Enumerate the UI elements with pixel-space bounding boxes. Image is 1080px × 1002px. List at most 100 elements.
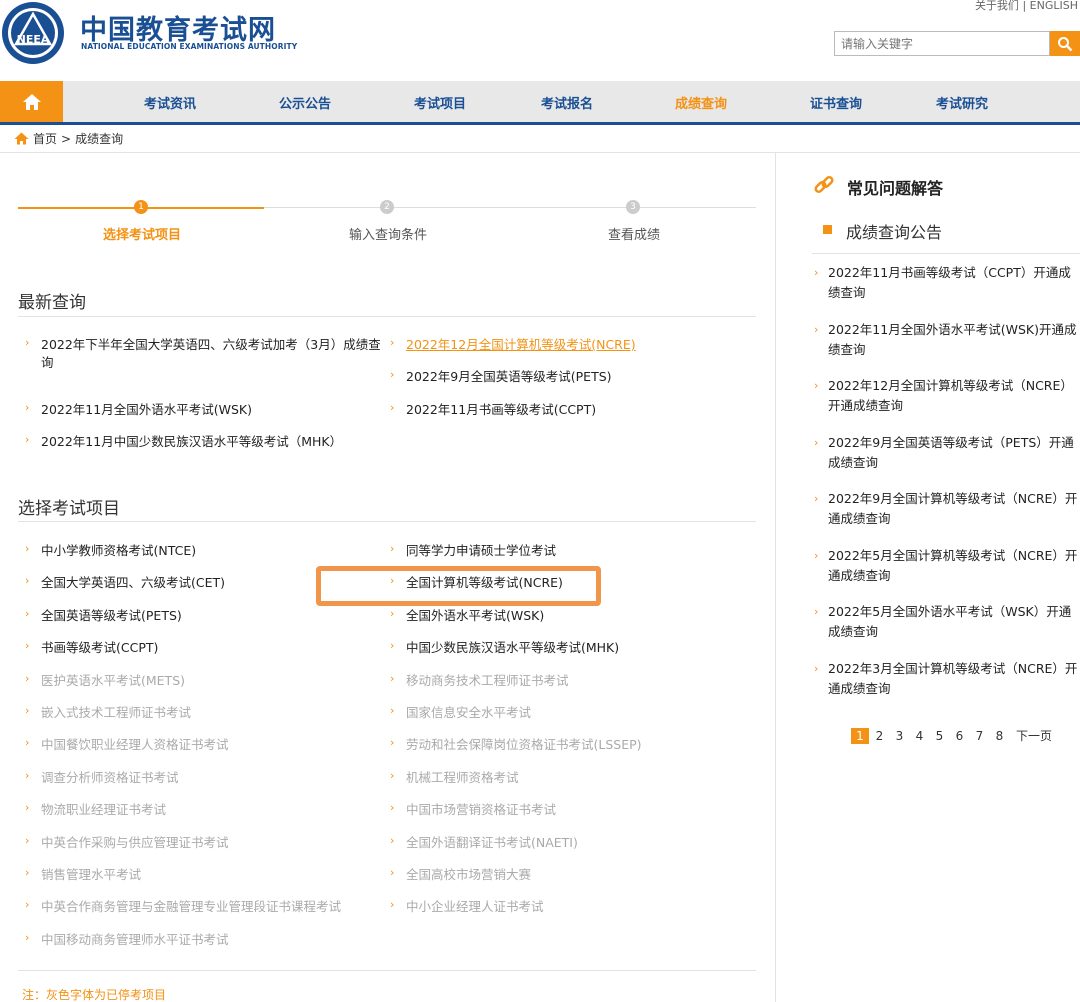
exam-project-item[interactable]: › 劳动和社会保障岗位资格证书考试(LSSEP) xyxy=(390,736,642,754)
nav-item-exam-news[interactable]: 考试资讯 xyxy=(144,93,196,112)
chevron-right-icon: › xyxy=(25,574,30,588)
breadcrumb-divider xyxy=(0,152,1080,153)
search-input[interactable] xyxy=(834,31,1050,56)
announcement-item[interactable]: › 2022年5月全国外语水平考试（WSK）开通成绩查询 xyxy=(814,602,1078,642)
chevron-right-icon: › xyxy=(25,639,30,653)
exam-project-item[interactable]: › 机械工程师资格考试 xyxy=(390,769,519,787)
latest-item[interactable]: › 2022年11月中国少数民族汉语水平等级考试（MHK） xyxy=(25,433,342,451)
latest-section-title: 最新查询 xyxy=(18,293,86,313)
announcement-item[interactable]: › 2022年9月全国英语等级考试（PETS）开通成绩查询 xyxy=(814,433,1078,473)
announcement-item[interactable]: › 2022年9月全国计算机等级考试（NCRE）开通成绩查询 xyxy=(814,489,1078,529)
exam-project-item[interactable]: › 医护英语水平考试(METS) xyxy=(25,672,185,690)
search-button[interactable] xyxy=(1050,31,1080,56)
breadcrumb-home[interactable]: 首页 xyxy=(33,130,57,147)
nav-item-announcements[interactable]: 公示公告 xyxy=(279,93,331,112)
chevron-right-icon: › xyxy=(390,574,395,588)
exam-project-item[interactable]: › 中英合作采购与供应管理证书考试 xyxy=(25,834,229,852)
announcement-item[interactable]: › 2022年11月书画等级考试（CCPT）开通成绩查询 xyxy=(814,263,1078,303)
chevron-right-icon: › xyxy=(390,768,395,782)
page-link[interactable]: 6 xyxy=(950,728,969,744)
breadcrumb-current: 成绩查询 xyxy=(75,132,124,146)
exam-project-item[interactable]: › 中国餐饮职业经理人资格证书考试 xyxy=(25,736,229,754)
exam-project-item[interactable]: › 中国市场营销资格证书考试 xyxy=(390,801,556,819)
exam-project-item[interactable]: › 全国外语翻译证书考试(NAETI) xyxy=(390,834,578,852)
announcements-title: 成绩查询公告 xyxy=(846,223,943,242)
page-link[interactable]: 1 xyxy=(851,728,869,744)
page-link[interactable]: 7 xyxy=(970,728,989,744)
faq-title[interactable]: 常见问题解答 xyxy=(847,175,943,199)
logo-text: NEEA xyxy=(17,33,50,46)
chevron-right-icon: › xyxy=(390,704,395,717)
exam-project-item[interactable]: › 物流职业经理证书考试 xyxy=(25,801,166,819)
nav-item-certificate-query[interactable]: 证书查询 xyxy=(810,93,862,112)
main-nav: 考试资讯 公示公告 考试项目 考试报名 成绩查询 证书查询 考试研究 xyxy=(0,81,1080,125)
chevron-right-icon: › xyxy=(814,435,819,449)
exam-project-item[interactable]: › 书画等级考试(CCPT) xyxy=(25,639,158,657)
page-link[interactable]: 8 xyxy=(990,728,1009,744)
exam-project-item[interactable]: › 国家信息安全水平考试 xyxy=(390,704,531,722)
exam-project-item[interactable]: › 全国外语水平考试(WSK) xyxy=(390,607,544,625)
chevron-right-icon: › xyxy=(25,930,30,944)
exam-project-item[interactable]: › 销售管理水平考试 xyxy=(25,866,141,884)
latest-item[interactable]: › 2022年11月全国外语水平考试(WSK) xyxy=(25,401,252,419)
latest-item[interactable]: › 2022年11月书画等级考试(CCPT) xyxy=(390,401,596,419)
exam-project-item[interactable]: › 全国大学英语四、六级考试(CET) xyxy=(25,574,225,592)
square-bullet-icon xyxy=(823,225,832,234)
neea-logo-icon[interactable]: NEEA xyxy=(0,0,66,66)
announcement-item[interactable]: › 2022年5月全国计算机等级考试（NCRE）开通成绩查询 xyxy=(814,546,1078,586)
chevron-right-icon: › xyxy=(25,671,30,685)
chevron-right-icon: › xyxy=(390,401,395,414)
exam-project-item[interactable]: › 调查分析师资格证书考试 xyxy=(25,769,179,787)
chevron-right-icon: › xyxy=(25,866,30,879)
chevron-right-icon: › xyxy=(814,379,819,392)
page-link[interactable]: 4 xyxy=(910,728,929,744)
chevron-right-icon: › xyxy=(814,661,819,675)
link-icon xyxy=(814,175,834,194)
chevron-right-icon: › xyxy=(814,322,819,336)
nav-home-button[interactable] xyxy=(0,81,63,122)
chevron-right-icon: › xyxy=(814,492,819,505)
nav-item-exam-registration[interactable]: 考试报名 xyxy=(541,93,593,112)
exam-project-item[interactable]: › 同等学力申请硕士学位考试 xyxy=(390,542,556,560)
next-page-link[interactable]: 下一页 xyxy=(1016,728,1052,744)
chevron-right-icon: › xyxy=(390,542,395,555)
exam-project-item[interactable]: › 移动商务技术工程师证书考试 xyxy=(390,672,569,690)
step-2-dot: 2 xyxy=(380,200,394,214)
exam-project-item[interactable]: › 全国英语等级考试(PETS) xyxy=(25,607,182,625)
page-link[interactable]: 5 xyxy=(930,728,949,744)
chevron-right-icon: › xyxy=(390,368,395,381)
step-3-dot: 3 xyxy=(626,200,640,214)
latest-item[interactable]: › 2022年9月全国英语等级考试(PETS) xyxy=(390,368,612,386)
page-link[interactable]: 2 xyxy=(870,728,889,744)
step-1-dot: 1 xyxy=(134,200,148,214)
chevron-right-icon: › xyxy=(814,266,819,279)
nav-item-score-query[interactable]: 成绩查询 xyxy=(675,93,727,112)
announcement-item[interactable]: › 2022年12月全国计算机等级考试（NCRE）开通成绩查询 xyxy=(814,376,1078,416)
exam-project-item[interactable]: › 中国少数民族汉语水平等级考试(MHK) xyxy=(390,639,619,657)
discontinued-note: 注：灰色字体为已停考项目 xyxy=(22,988,167,1002)
chevron-right-icon: › xyxy=(25,833,30,847)
breadcrumb-separator: > xyxy=(61,131,72,146)
chevron-right-icon: › xyxy=(390,898,395,912)
projects-section-divider xyxy=(18,521,756,522)
announcement-item[interactable]: › 2022年3月全国计算机等级考试（NCRE）开通成绩查询 xyxy=(814,659,1078,699)
english-link[interactable]: ENGLISH xyxy=(1030,0,1078,12)
exam-project-item[interactable]: › 中小学教师资格考试(NTCE) xyxy=(25,542,196,560)
chevron-right-icon: › xyxy=(25,606,30,620)
note-divider xyxy=(18,970,756,971)
exam-project-item[interactable]: › 嵌入式技术工程师证书考试 xyxy=(25,704,191,722)
announcement-item[interactable]: › 2022年11月全国外语水平考试(WSK)开通成绩查询 xyxy=(814,320,1078,360)
exam-project-item[interactable]: › 全国高校市场营销大赛 xyxy=(390,866,531,884)
exam-project-item[interactable]: › 中英合作商务管理与金融管理专业管理段证书课程考试 xyxy=(25,898,341,916)
exam-project-item[interactable]: › 中国移动商务管理师水平证书考试 xyxy=(25,931,229,949)
column-divider xyxy=(775,153,776,1002)
chevron-right-icon: › xyxy=(390,801,395,815)
nav-item-exam-research[interactable]: 考试研究 xyxy=(936,93,988,112)
page-link[interactable]: 3 xyxy=(890,728,909,744)
latest-item[interactable]: › 2022年12月全国计算机等级考试(NCRE) xyxy=(390,336,636,354)
about-link[interactable]: 关于我们 xyxy=(975,0,1019,12)
latest-item[interactable]: › 2022年下半年全国大学英语四、六级考试加考（3月）成绩查询 xyxy=(25,336,386,372)
nav-item-exam-projects[interactable]: 考试项目 xyxy=(414,93,466,112)
exam-project-item[interactable]: › 全国计算机等级考试(NCRE) xyxy=(390,574,563,592)
exam-project-item[interactable]: › 中小企业经理人证书考试 xyxy=(390,898,544,916)
